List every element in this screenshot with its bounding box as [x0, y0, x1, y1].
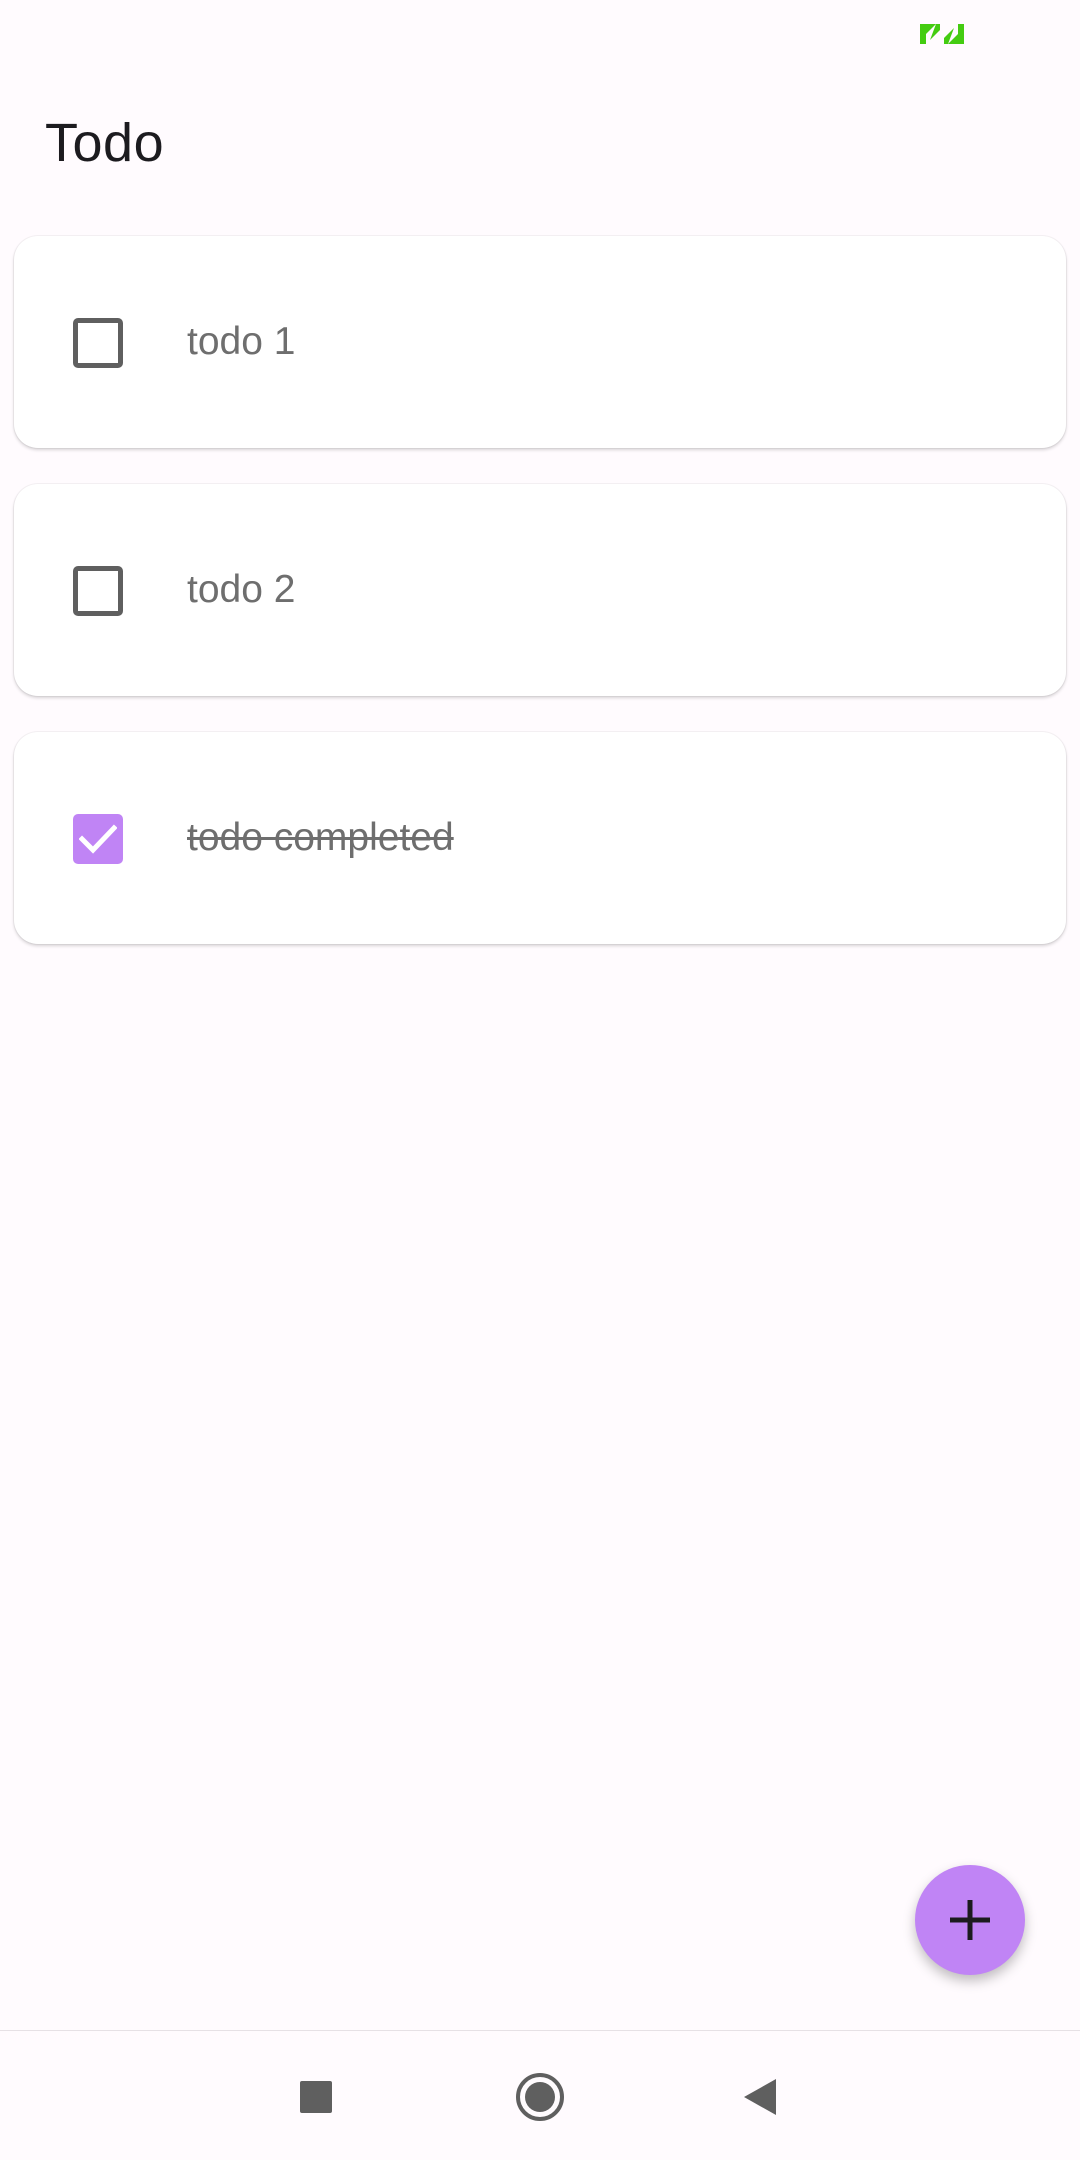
todo-checkbox[interactable] — [73, 566, 123, 616]
back-button[interactable] — [720, 2057, 800, 2137]
screen: Todo todo 1 todo 2 todo completed — [0, 0, 1080, 2160]
battery-charging-icon — [918, 22, 966, 46]
system-nav-bar — [0, 2030, 1080, 2160]
recents-button[interactable] — [276, 2057, 356, 2137]
todo-item[interactable]: todo 2 — [14, 484, 1066, 696]
todo-checkbox[interactable] — [73, 318, 123, 368]
todo-label: todo 2 — [187, 568, 296, 611]
todo-list: todo 1 todo 2 todo completed — [14, 236, 1066, 980]
page-title: Todo — [45, 113, 165, 173]
todo-item[interactable]: todo 1 — [14, 236, 1066, 448]
todo-label: todo completed — [187, 816, 454, 859]
status-bar — [0, 0, 1080, 64]
home-button[interactable] — [500, 2057, 580, 2137]
add-todo-button[interactable] — [915, 1865, 1025, 1975]
todo-label: todo 1 — [187, 320, 296, 363]
todo-checkbox[interactable] — [73, 814, 123, 864]
todo-item[interactable]: todo completed — [14, 732, 1066, 944]
